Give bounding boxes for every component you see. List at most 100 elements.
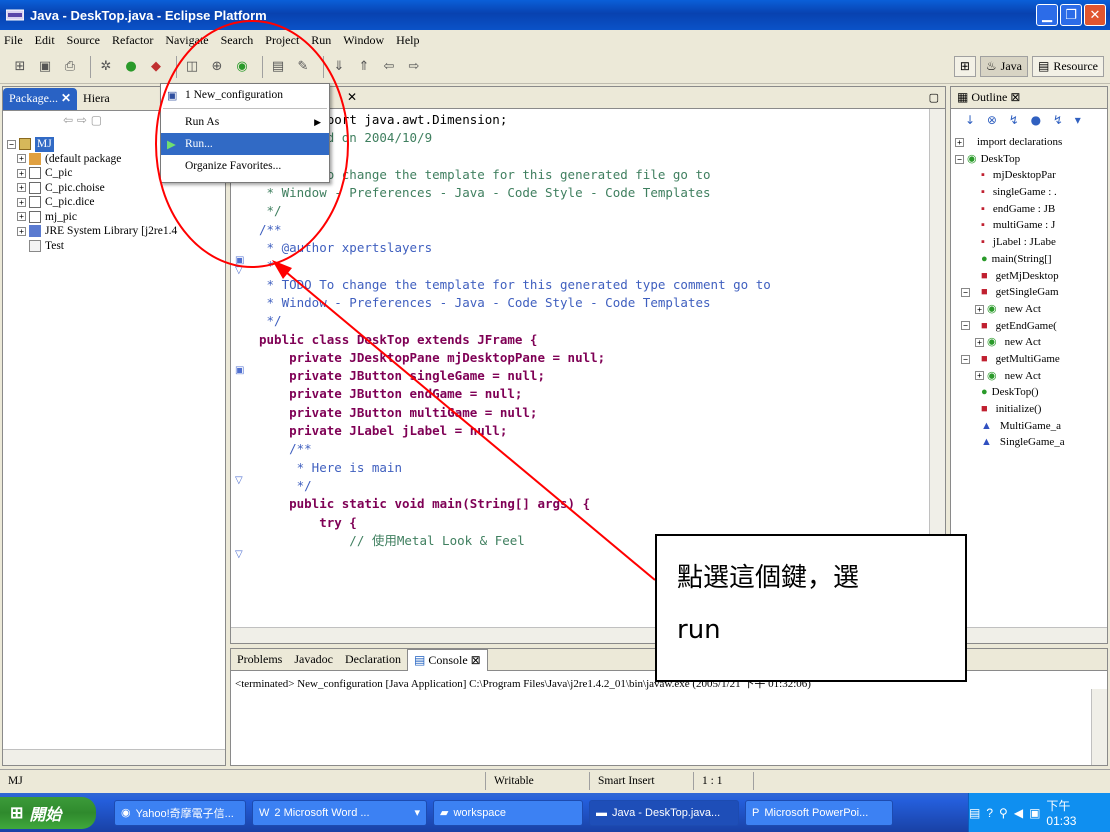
back-icon[interactable]: ⇦ [379, 57, 399, 77]
run-history-item[interactable]: ▣ 1 New_configuration [161, 84, 329, 106]
close-tab-icon[interactable]: ✕ [61, 91, 71, 106]
taskbar-item-label: workspace [453, 806, 507, 819]
outline-item[interactable]: ● DeskTop() [955, 384, 1065, 401]
outline-item[interactable]: − ■ getSingleGam [955, 284, 1065, 301]
outline-item[interactable]: ● main(String[] [955, 251, 1065, 268]
tree-item[interactable]: + C_pic.choise [7, 181, 177, 196]
tree-item[interactable]: + (default package [7, 152, 177, 167]
outline-item[interactable]: + import declarations [955, 134, 1065, 151]
back-arrow-icon[interactable]: ◀ [1014, 806, 1023, 820]
java-perspective-label: Java [1000, 59, 1022, 73]
menu-search[interactable]: Search [221, 33, 254, 48]
run-menu-item[interactable]: ▶ Run... [161, 133, 329, 155]
menu-window[interactable]: Window [343, 33, 384, 48]
tree-item[interactable]: + JRE System Library [j2re1.4 [7, 224, 177, 239]
search-icon[interactable]: ✎ [293, 57, 313, 77]
network-icon[interactable]: ⚲ [999, 806, 1008, 820]
open-type-icon[interactable]: ▤ [268, 57, 288, 77]
help-icon[interactable]: ? [986, 806, 993, 820]
menu-file[interactable]: File [4, 33, 23, 48]
java-perspective-button[interactable]: ♨ Java [979, 56, 1028, 77]
minimize-button[interactable]: ▁ [1036, 4, 1058, 26]
organize-favorites-menu-item[interactable]: Organize Favorites... [161, 155, 329, 177]
tab-hierarchy[interactable]: Hiera [77, 88, 116, 110]
vertical-scrollbar[interactable] [1091, 689, 1107, 765]
outline-item[interactable]: ■ getMjDesktop [955, 268, 1065, 285]
tab-problems[interactable]: Problems [231, 649, 288, 671]
outline-item[interactable]: − ■ getMultiGame [955, 351, 1065, 368]
new-class-icon[interactable]: ◉ [232, 57, 252, 77]
outline-item[interactable]: − ◉ DeskTop [955, 151, 1065, 168]
outline-item-label: initialize() [995, 403, 1042, 415]
editor-tab-close[interactable]: ✕ [341, 87, 363, 109]
tree-item[interactable]: − MJ [7, 137, 177, 152]
outline-item[interactable]: ■ initialize() [955, 401, 1065, 418]
horizontal-scrollbar[interactable] [3, 749, 225, 765]
forward-icon[interactable]: ⇨ [404, 57, 424, 77]
start-label: 開始 [29, 806, 62, 824]
tab-outline[interactable]: ▦ Outline ⊠ [951, 87, 1026, 109]
outline-item[interactable]: + ◉ new Act [955, 368, 1065, 385]
menu-project[interactable]: Project [265, 33, 299, 48]
tab-declaration[interactable]: Declaration [339, 649, 407, 671]
menu-source[interactable]: Source [67, 33, 100, 48]
run-as-menu-item[interactable]: Run As ▶ [161, 111, 329, 133]
new-icon[interactable]: ⊞ [10, 57, 30, 77]
tree-item[interactable]: Test [7, 239, 177, 254]
taskbar-item-eclipse[interactable]: ▬ Java - DeskTop.java... [589, 799, 739, 826]
outline-item[interactable]: ▪ endGame : JB [955, 201, 1065, 218]
taskbar-item-workspace[interactable]: ▰ workspace [433, 799, 583, 826]
maximize-view-icon[interactable]: ▢ [929, 91, 939, 104]
outline-item[interactable]: ▪ mjDesktopPar [955, 167, 1065, 184]
taskbar-item-powerpoint[interactable]: P Microsoft PowerPoi... [745, 799, 893, 826]
tree-item[interactable]: + mj_pic [7, 210, 177, 225]
outline-item[interactable]: ▪ multiGame : J [955, 217, 1065, 234]
tree-item[interactable]: + C_pic.dice [7, 195, 177, 210]
outline-item[interactable]: ▲ MultiGame_a [955, 418, 1065, 435]
menu-run[interactable]: Run [311, 33, 331, 48]
new-project-icon[interactable]: ◫ [182, 57, 202, 77]
horizontal-scrollbar[interactable] [951, 627, 1107, 643]
new-package-icon[interactable]: ⊕ [207, 57, 227, 77]
tab-console[interactable]: ▤ Console ⊠ [406, 648, 488, 671]
next-annotation-icon[interactable]: ⇓ [329, 57, 349, 77]
outline-item[interactable]: ▪ jLabel : JLabe [955, 234, 1065, 251]
taskbar-item-yahoo[interactable]: ◉ Yahoo!奇摩電子信... [114, 799, 246, 826]
close-tab-icon[interactable]: ⊠ [471, 653, 481, 668]
tab-javadoc[interactable]: Javadoc [288, 649, 339, 671]
tree-item[interactable]: + C_pic [7, 166, 177, 181]
powerpoint-icon: P [752, 806, 760, 819]
run-icon[interactable]: ● [121, 57, 141, 77]
print-icon[interactable]: ⎙ [60, 57, 80, 77]
menu-refactor[interactable]: Refactor [112, 33, 153, 48]
fold-collapse-icon[interactable]: ▽ [235, 475, 243, 486]
taskbar-item-word[interactable]: W 2 Microsoft Word ... ▾ [252, 799, 427, 826]
open-perspective-button[interactable]: ⊞ [953, 56, 976, 77]
start-button[interactable]: ⊞ 開始 [0, 796, 96, 829]
outline-item[interactable]: + ◉ new Act [955, 334, 1065, 351]
view-nav-buttons[interactable]: ⇦ ⇨ ▢ [63, 113, 102, 127]
fold-collapse-icon[interactable]: ▽ [235, 265, 243, 276]
outline-item[interactable]: ▲ SingleGame_a [955, 434, 1065, 451]
tab-package-explorer[interactable]: Package... ✕ [3, 87, 78, 110]
outline-item[interactable]: ▪ singleGame : . [955, 184, 1065, 201]
outline-item[interactable]: + ◉ new Act [955, 301, 1065, 318]
menu-navigate[interactable]: Navigate [165, 33, 208, 48]
fold-collapse-icon[interactable]: ▽ [235, 549, 243, 560]
external-tools-icon[interactable]: ◆ [146, 57, 166, 77]
outline-toolbar[interactable]: ↓ ⊗ ↯ ● ↯ ▾ [965, 113, 1085, 127]
outline-item[interactable]: − ■ getEndGame( [955, 318, 1065, 335]
prev-annotation-icon[interactable]: ⇑ [354, 57, 374, 77]
menu-help[interactable]: Help [396, 33, 419, 48]
maximize-button[interactable]: ❐ [1060, 4, 1082, 26]
private-method-icon: ■ [981, 286, 988, 299]
close-button[interactable]: ✕ [1084, 4, 1106, 26]
close-tab-icon[interactable]: ⊠ [1010, 90, 1020, 105]
resource-perspective-button[interactable]: ▤ Resource [1032, 56, 1104, 77]
menu-edit[interactable]: Edit [35, 33, 55, 48]
save-icon[interactable]: ▣ [35, 57, 55, 77]
keyboard-icon[interactable]: ▤ [969, 806, 980, 820]
lock-icon[interactable]: ▣ [1029, 806, 1040, 820]
debug-icon[interactable]: ✲ [96, 57, 116, 77]
window-title-bar[interactable]: Java - DeskTop.java - Eclipse Platform ▁… [0, 0, 1110, 30]
